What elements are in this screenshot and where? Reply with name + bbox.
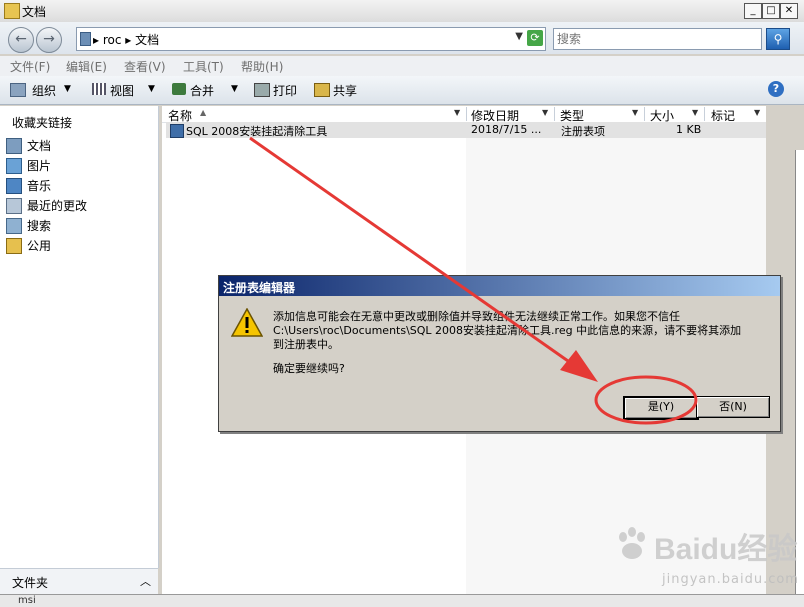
nav-item-public[interactable]: 公用 (6, 236, 146, 254)
music-icon (6, 178, 22, 194)
menu-edit[interactable]: 编辑(E) (66, 58, 107, 75)
dialog-message: 添加信息可能会在无意中更改或删除值并导致组件无法继续正常工作。如果您不信任 C:… (273, 310, 742, 351)
chevron-down-icon[interactable]: ▼ (754, 108, 760, 117)
background-taskbar-strip: msi (0, 594, 804, 607)
close-button[interactable]: ✕ (780, 3, 798, 19)
share-button[interactable]: 共享 (333, 82, 357, 99)
search-folder-icon (6, 218, 22, 234)
folder-icon (6, 238, 22, 254)
print-button[interactable]: 打印 (273, 82, 297, 99)
title-bar: 文档 _ □ ✕ (0, 0, 804, 23)
no-button[interactable]: 否(N) (696, 396, 770, 418)
column-size[interactable]: 大小 (650, 107, 674, 123)
file-size: 1 KB (676, 123, 702, 136)
folder-icon (80, 32, 91, 46)
nav-item-search[interactable]: 搜索 (6, 216, 146, 234)
merge-button[interactable]: 合并 (190, 82, 214, 99)
nav-item-documents[interactable]: 文档 (6, 136, 146, 154)
forward-button[interactable]: → (36, 27, 62, 53)
chevron-down-icon[interactable]: ▼ (692, 108, 698, 117)
merge-icon (172, 83, 186, 95)
nav-item-recent[interactable]: 最近的更改 (6, 196, 146, 214)
chevron-down-icon[interactable]: ▼ (515, 31, 523, 42)
minimize-button[interactable]: _ (744, 3, 762, 19)
column-divider[interactable] (554, 107, 555, 121)
paw-logo-icon (619, 527, 645, 559)
address-path: ▸ roc ▸ 文档 (93, 33, 160, 47)
views-button[interactable]: 视图 (110, 82, 134, 99)
sort-up-icon: ▲ (200, 108, 207, 117)
back-button[interactable]: ← (8, 27, 34, 53)
menu-view[interactable]: 查看(V) (124, 58, 166, 75)
column-type[interactable]: 类型 (560, 107, 584, 123)
toolbar: 组织 ▼ 视图 ▼ 合并 ▼ 打印 共享 ? (0, 76, 804, 105)
share-icon (314, 83, 330, 97)
chevron-down-icon[interactable]: ▼ (148, 84, 155, 94)
address-bar: ← → ▸ roc ▸ 文档 ▼ ⟳ ⚲ (0, 22, 804, 54)
menu-help[interactable]: 帮助(H) (241, 58, 283, 75)
column-name[interactable]: 名称 (168, 107, 192, 123)
warning-icon (231, 308, 263, 337)
menu-file[interactable]: 文件(F) (10, 58, 50, 75)
column-divider[interactable] (644, 107, 645, 121)
chevron-down-icon[interactable]: ▼ (231, 84, 238, 94)
favorites-title: 收藏夹链接 (12, 116, 73, 130)
refresh-icon[interactable]: ⟳ (527, 30, 543, 46)
navigation-pane: 收藏夹链接 文档 图片 音乐 最近的更改 搜索 公用 (0, 106, 159, 568)
chevron-down-icon[interactable]: ▼ (542, 108, 548, 117)
chevron-up-icon[interactable]: ︿ (140, 573, 151, 589)
chevron-down-icon[interactable]: ▼ (454, 108, 460, 117)
chevron-down-icon[interactable]: ▼ (64, 84, 71, 94)
nav-item-music[interactable]: 音乐 (6, 176, 146, 194)
registry-file-icon (170, 124, 184, 138)
yes-button[interactable]: 是(Y) (623, 396, 699, 420)
organize-icon (10, 83, 26, 97)
table-row[interactable]: SQL 2008安装挂起清除工具 2018/7/15 ... 注册表项 1 KB (166, 122, 766, 138)
column-divider[interactable] (704, 107, 705, 121)
folders-toggle[interactable]: 文件夹 ︿ (0, 568, 158, 595)
column-divider[interactable] (466, 107, 467, 121)
file-type: 注册表项 (561, 125, 605, 138)
folders-label: 文件夹 (12, 576, 49, 590)
dialog-confirm-question: 确定要继续吗? (273, 362, 345, 375)
dialog-title: 注册表编辑器 (223, 281, 296, 295)
menu-tools[interactable]: 工具(T) (183, 58, 224, 75)
registry-confirm-dialog: 注册表编辑器 添加信息可能会在无意中更改或删除值并导致组件无法继续正常工作。如果… (218, 275, 781, 432)
background-label: msi (18, 595, 36, 606)
chevron-down-icon[interactable]: ▼ (632, 108, 638, 117)
file-name: SQL 2008安装挂起清除工具 (186, 125, 328, 138)
nav-item-pictures[interactable]: 图片 (6, 156, 146, 174)
printer-icon (254, 83, 270, 97)
maximize-button[interactable]: □ (762, 3, 780, 19)
watermark-url: jingyan.baidu.com (662, 572, 799, 587)
window-title: 文档 (22, 5, 47, 19)
column-date[interactable]: 修改日期 (471, 107, 519, 123)
pictures-icon (6, 158, 22, 174)
column-header: 名称 ▲ ▼ 修改日期 ▼ 类型 ▼ 大小 ▼ 标记 ▼ (162, 106, 766, 123)
dialog-title-bar: 注册表编辑器 (219, 276, 780, 296)
recent-icon (6, 198, 22, 214)
search-icon[interactable]: ⚲ (766, 28, 790, 50)
baidu-watermark: Baidu经验 jingyan.baidu.com (610, 520, 802, 602)
views-icon (92, 83, 106, 95)
watermark-brand: Baidu经验 (654, 533, 798, 566)
documents-icon (6, 138, 22, 154)
folder-icon (4, 3, 20, 19)
help-icon[interactable]: ? (768, 81, 784, 97)
menu-bar: 文件(F) 编辑(E) 查看(V) 工具(T) 帮助(H) (0, 56, 804, 76)
search-input[interactable] (554, 29, 760, 49)
organize-button[interactable]: 组织 (32, 82, 56, 99)
column-tags[interactable]: 标记 (711, 107, 735, 123)
address-field[interactable]: ▸ roc ▸ 文档 ▼ ⟳ (76, 27, 546, 51)
search-box[interactable] (553, 28, 762, 50)
file-date: 2018/7/15 ... (471, 123, 542, 136)
